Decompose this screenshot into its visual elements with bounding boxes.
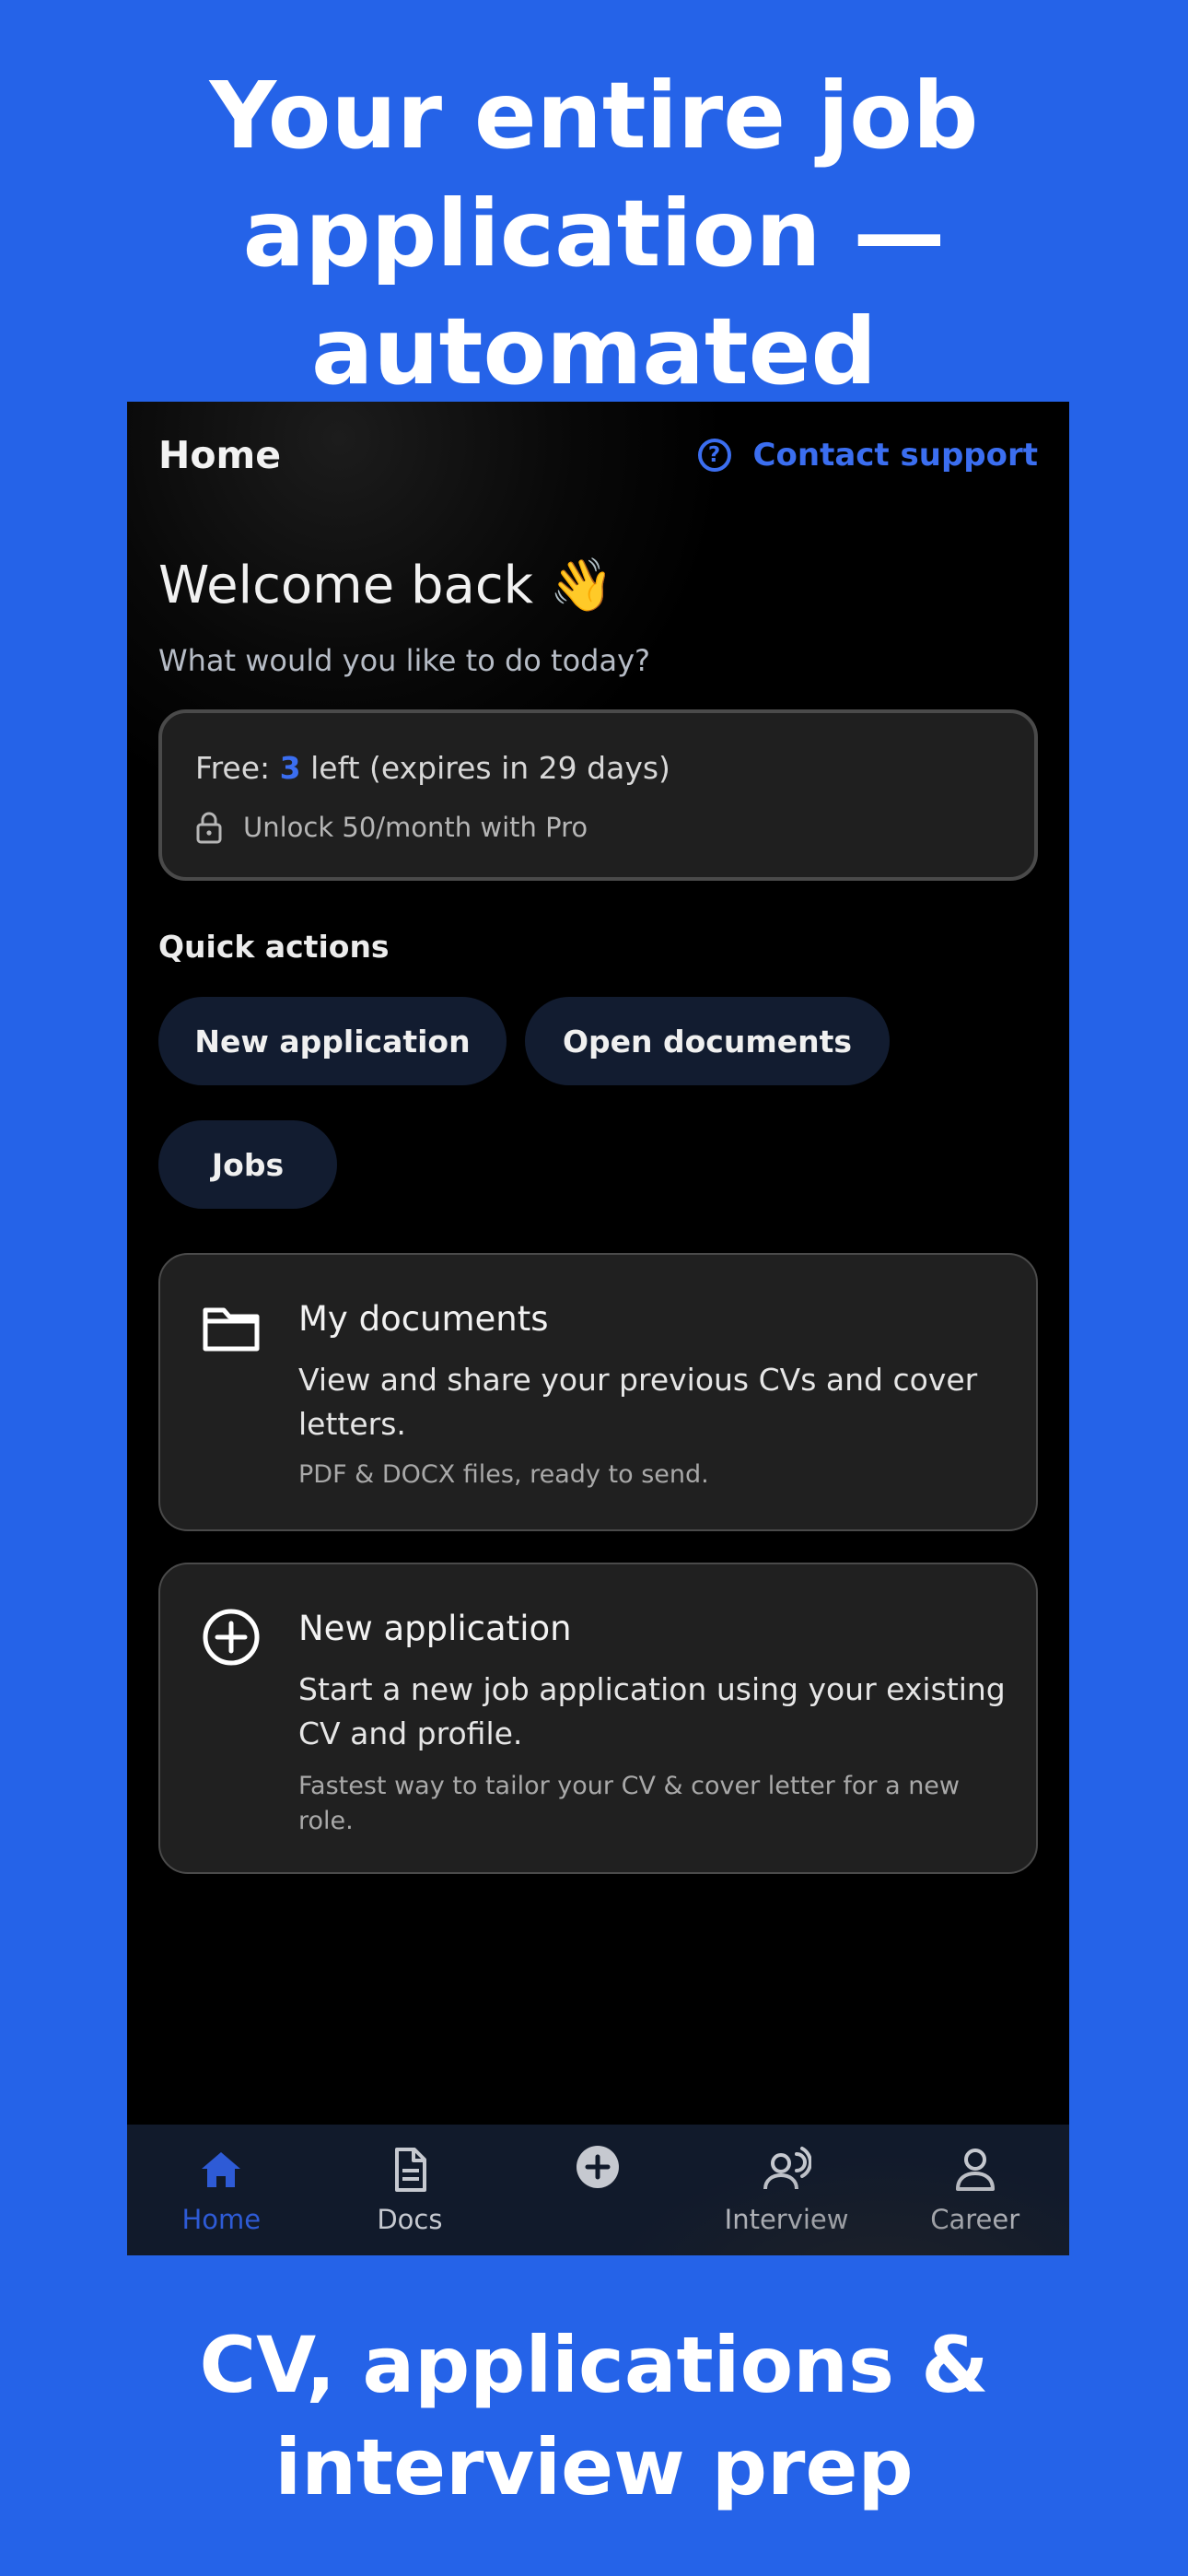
quick-action-open-documents[interactable]: Open documents [525,997,890,1085]
pro-upsell[interactable]: Unlock 50/month with Pro [195,811,588,844]
tab-add[interactable] [504,2125,693,2255]
free-prefix: Free: [195,750,280,786]
folder-icon [203,1307,260,1352]
plan-card[interactable]: Free: 3 left (expires in 29 days) Unlock… [158,709,1038,881]
welcome-title: Welcome back 👋 [158,556,614,615]
card-description: View and share your previous CVs and cov… [298,1362,978,1442]
my-documents-card[interactable]: My documents View and share your previou… [158,1253,1038,1531]
help-circle-icon: ? [697,439,731,472]
promo-headline: Your entire job application — automated [0,57,1188,411]
top-bar: Home ? Contact support [127,402,1069,512]
promo-footer-line2: interview prep [274,2421,914,2512]
promo-headline-line2: application — automated [242,180,946,405]
quick-action-jobs[interactable]: Jobs [158,1120,337,1209]
new-application-card[interactable]: New application Start a new job applicat… [158,1563,1038,1874]
promo-footer-line1: CV, applications & [199,2320,989,2410]
promo-headline-line1: Your entire job [209,62,979,170]
card-description: Start a new job application using your e… [298,1671,1006,1751]
tab-label: Interview [724,2204,849,2235]
quick-action-new-application[interactable]: New application [158,997,507,1085]
document-icon [394,2148,426,2192]
free-usage-text: Free: 3 left (expires in 29 days) [195,750,670,786]
card-note: PDF & DOCX files, ready to send. [298,1460,709,1489]
home-icon [202,2152,241,2187]
plus-circle-icon [203,1609,260,1666]
add-circle-icon [577,2146,620,2188]
tab-interview[interactable]: Interview [693,2125,881,2255]
tab-label: Home [181,2204,262,2235]
promo-footer: CV, applications & interview prep [0,2314,1188,2519]
pro-upsell-text: Unlock 50/month with Pro [243,812,588,843]
contact-support-label: Contact support [752,437,1038,474]
welcome-subtitle: What would you like to do today? [158,643,650,678]
tab-docs[interactable]: Docs [316,2125,505,2255]
contact-support-link[interactable]: ? Contact support [697,437,1038,474]
tab-career[interactable]: Career [880,2125,1069,2255]
person-icon [955,2149,995,2191]
free-suffix: left (expires in 29 days) [300,750,670,786]
interview-icon [763,2147,812,2190]
page-title: Home [158,433,282,477]
card-title: New application [298,1609,572,1648]
free-count: 3 [279,750,301,786]
quick-actions-label: Quick actions [158,929,390,965]
card-title: My documents [298,1299,549,1339]
phone-screen: Home ? Contact support Welcome back 👋 Wh… [127,402,1069,2255]
tab-home[interactable]: Home [127,2125,316,2255]
tab-label: Docs [377,2204,443,2235]
lock-icon [196,812,222,844]
bottom-tab-bar: Home Docs Interview Career [127,2125,1069,2255]
tab-label: Career [930,2204,1020,2235]
card-note: Fastest way to tailor your CV & cover le… [298,1772,961,1835]
